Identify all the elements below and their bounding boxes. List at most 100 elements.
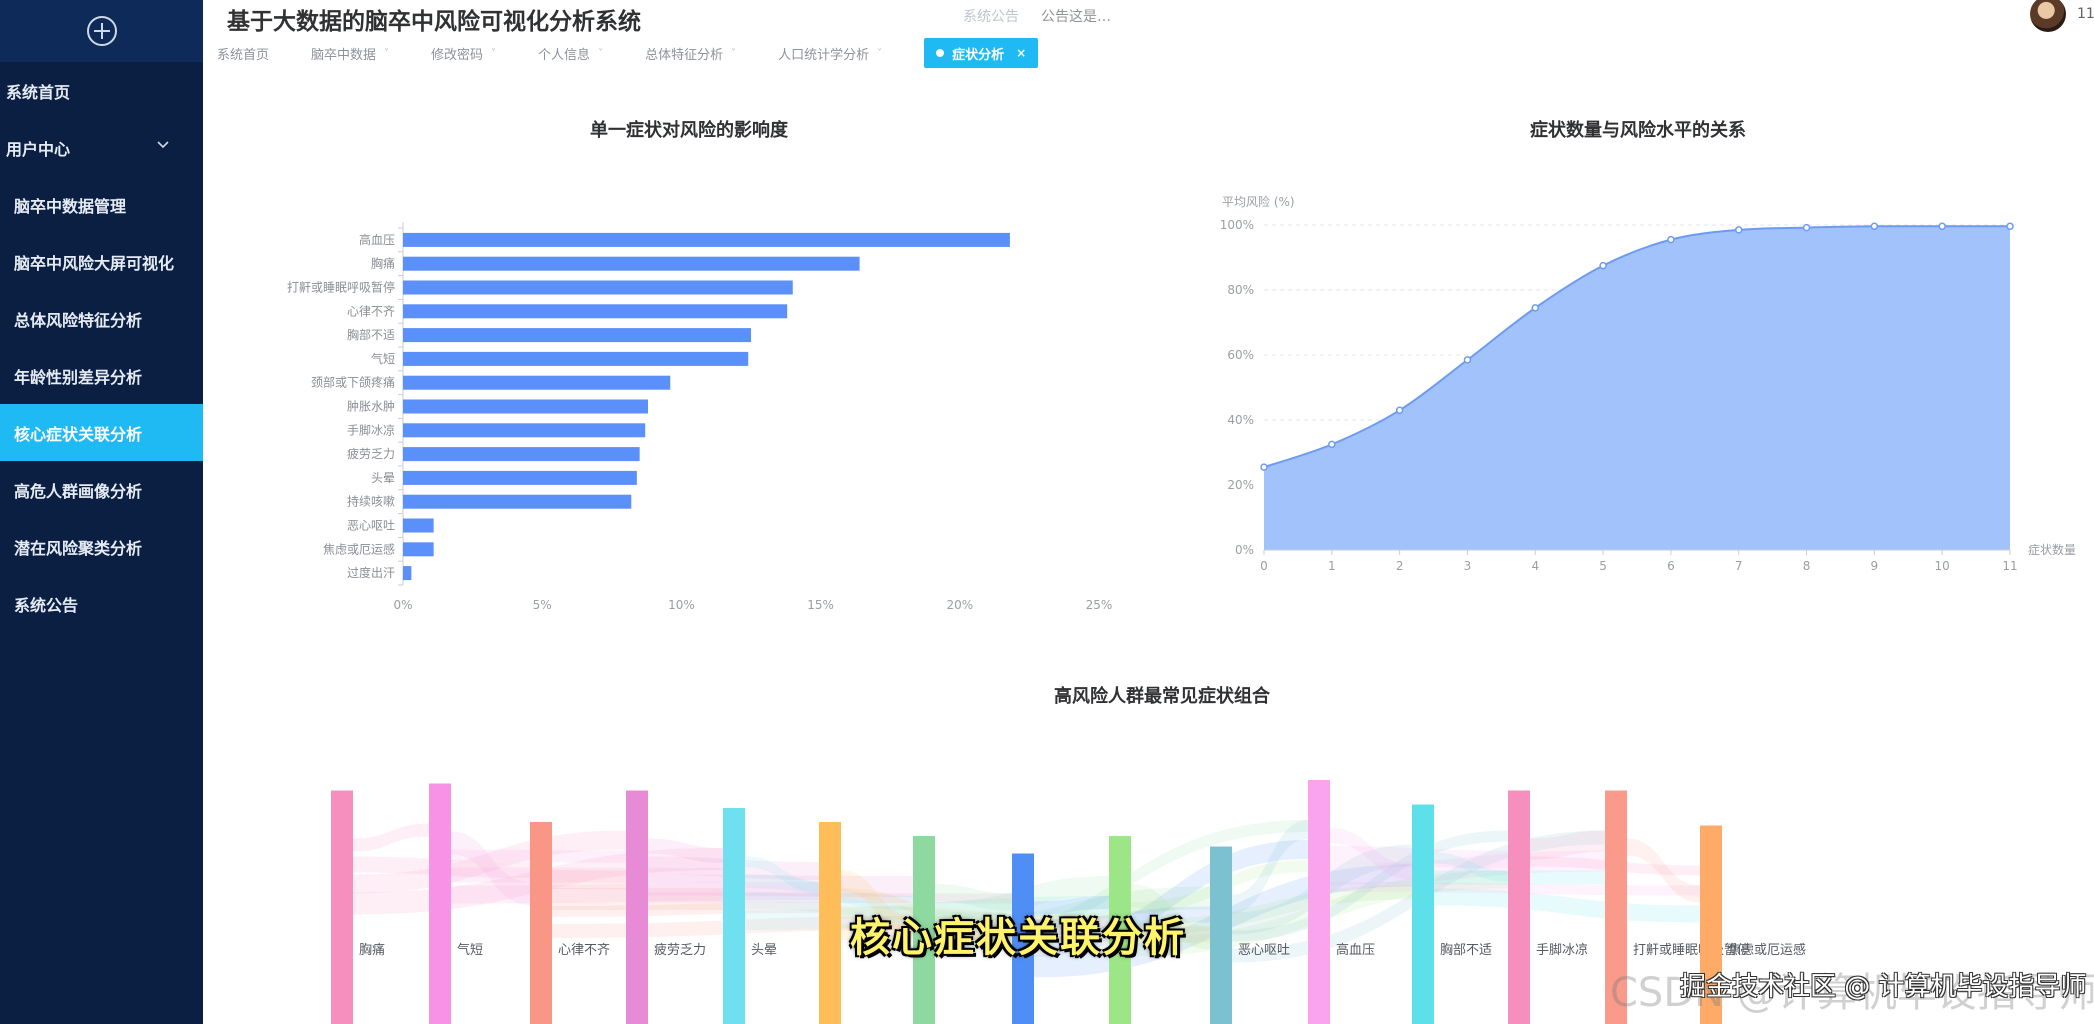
bar-chart-title: 单一症状对风险的影响度 bbox=[590, 120, 788, 141]
data-point-8 bbox=[1802, 223, 1811, 232]
x-tick-label: 6 bbox=[1667, 559, 1675, 573]
sankey-node-5 bbox=[819, 822, 841, 1024]
tab-4[interactable]: 总体特征分析 ˅ bbox=[645, 44, 736, 63]
notice-marquee[interactable]: 公告这是… bbox=[1041, 6, 1111, 26]
avatar[interactable] bbox=[2030, 0, 2066, 32]
sankey-node-2 bbox=[530, 822, 552, 1024]
x-tick-label: 5 bbox=[1599, 559, 1607, 573]
area-chart-title: 症状数量与风险水平的关系 bbox=[1530, 120, 1746, 141]
tab-label: 人口统计学分析 bbox=[778, 47, 870, 63]
category-label: 高血压 bbox=[359, 232, 395, 247]
category-label: 疲劳乏力 bbox=[347, 446, 395, 461]
tab-label: 脑卒中数据 bbox=[311, 47, 377, 63]
y-tick-label: 0% bbox=[1235, 543, 1254, 557]
x-tick-label: 20% bbox=[946, 598, 973, 612]
category-label: 颈部或下颌疼痛 bbox=[311, 375, 395, 390]
tab-6[interactable]: 症状分析 × bbox=[924, 38, 1039, 68]
tab-0[interactable]: 系统首页 bbox=[217, 44, 269, 63]
sidebar-item-label: 总体风险特征分析 bbox=[14, 310, 143, 330]
bar-13 bbox=[403, 542, 434, 557]
bar-11 bbox=[403, 494, 632, 509]
sidebar-item-7[interactable]: 高危人群画像分析 bbox=[0, 461, 203, 518]
bar-8 bbox=[403, 423, 646, 438]
bar-1 bbox=[403, 256, 860, 271]
x-tick-label: 10% bbox=[668, 598, 695, 612]
tab-1[interactable]: 脑卒中数据 ˅ bbox=[311, 44, 389, 63]
bar-9 bbox=[403, 447, 640, 462]
y-tick-label: 80% bbox=[1227, 283, 1254, 297]
tab-2[interactable]: 修改密码 ˅ bbox=[431, 44, 496, 63]
sidebar-item-label: 潜在风险聚类分析 bbox=[14, 538, 143, 558]
sidebar-item-6[interactable]: 核心症状关联分析 bbox=[0, 404, 203, 461]
sidebar-item-2[interactable]: 脑卒中数据管理 bbox=[0, 176, 203, 233]
sidebar-item-label: 核心症状关联分析 bbox=[14, 424, 143, 444]
header: 基于大数据的脑卒中风险可视化分析系统 系统公告 公告这是… 11 系统首页 脑卒中… bbox=[203, 0, 2094, 74]
category-label: 胸痛 bbox=[371, 256, 395, 271]
x-tick-label: 0% bbox=[393, 598, 412, 612]
sankey-node-0 bbox=[331, 790, 353, 1024]
sidebar-item-9[interactable]: 系统公告 bbox=[0, 575, 203, 632]
tab-caret-icon: ˅ bbox=[384, 47, 390, 59]
close-tab-icon[interactable]: × bbox=[1016, 46, 1026, 60]
data-point-10 bbox=[1938, 222, 1946, 231]
bar-4 bbox=[403, 328, 751, 343]
data-point-7 bbox=[1734, 226, 1743, 234]
data-point-1 bbox=[1328, 440, 1336, 449]
data-point-0 bbox=[1260, 463, 1268, 471]
sankey-node-10 bbox=[1308, 780, 1330, 1024]
tab-5[interactable]: 人口统计学分析 ˅ bbox=[778, 44, 882, 63]
bar-2 bbox=[403, 280, 793, 295]
sankey-node-label: 恶心呕吐 bbox=[1238, 943, 1290, 958]
y-tick-label: 20% bbox=[1227, 478, 1254, 492]
data-point-6 bbox=[1667, 235, 1675, 244]
tab-label: 总体特征分析 bbox=[645, 47, 724, 63]
data-point-5 bbox=[1599, 261, 1607, 270]
chevron-down-icon bbox=[157, 141, 169, 149]
data-point-4 bbox=[1531, 304, 1540, 312]
sidebar-item-1[interactable]: 用户中心 bbox=[0, 119, 203, 176]
bar-5 bbox=[403, 351, 749, 366]
tab-caret-icon: ˅ bbox=[598, 47, 604, 59]
sankey-node-4 bbox=[723, 808, 745, 1024]
y-tick-label: 40% bbox=[1227, 413, 1254, 427]
x-tick-label: 8 bbox=[1803, 559, 1811, 573]
sankey-chart-title: 高风险人群最常见症状组合 bbox=[1054, 686, 1270, 707]
sidebar-item-label: 脑卒中数据管理 bbox=[14, 196, 127, 216]
sidebar-item-8[interactable]: 潜在风险聚类分析 bbox=[0, 518, 203, 575]
sidebar-item-label: 用户中心 bbox=[6, 139, 71, 159]
user-name[interactable]: 11 bbox=[2077, 6, 2094, 22]
sankey-node-label: 高血压 bbox=[1336, 942, 1375, 958]
category-label: 恶心呕吐 bbox=[347, 519, 395, 533]
watermark: 掘金技术社区 @ 计算机毕设指导师 bbox=[1680, 972, 2087, 1002]
tab-3[interactable]: 个人信息 ˅ bbox=[538, 44, 603, 63]
data-point-2 bbox=[1395, 406, 1404, 414]
sankey-node-9 bbox=[1210, 846, 1232, 1024]
sankey-node-1 bbox=[429, 783, 451, 1024]
sidebar-item-3[interactable]: 脑卒中风险大屏可视化 bbox=[0, 233, 203, 290]
x-tick-label: 0 bbox=[1260, 559, 1268, 573]
y-tick-label: 60% bbox=[1227, 348, 1254, 362]
category-label: 手脚冰凉 bbox=[347, 422, 395, 437]
sidebar-item-label: 年龄性别差异分析 bbox=[14, 367, 143, 387]
bar-12 bbox=[403, 518, 434, 533]
bar-6 bbox=[403, 375, 671, 390]
page-title: 基于大数据的脑卒中风险可视化分析系统 bbox=[227, 9, 641, 35]
data-point-11 bbox=[2006, 222, 2014, 231]
sankey-node-12 bbox=[1508, 790, 1530, 1024]
category-label: 胸部不适 bbox=[347, 327, 395, 342]
data-point-3 bbox=[1463, 356, 1472, 364]
sidebar-item-label: 系统首页 bbox=[6, 82, 71, 102]
x-tick-label: 1 bbox=[1328, 559, 1336, 573]
x-tick-label: 3 bbox=[1464, 559, 1472, 573]
tab-caret-icon: ˅ bbox=[731, 47, 737, 59]
sankey-node-label: 头晕 bbox=[751, 943, 777, 958]
sidebar-item-0[interactable]: 系统首页 bbox=[0, 62, 203, 119]
sidebar-item-5[interactable]: 年龄性别差异分析 bbox=[0, 347, 203, 404]
sidebar-item-4[interactable]: 总体风险特征分析 bbox=[0, 290, 203, 347]
sidebar-item-label: 系统公告 bbox=[14, 595, 79, 615]
x-tick-label: 15% bbox=[807, 598, 834, 612]
sidebar-logo[interactable] bbox=[0, 0, 203, 62]
category-label: 气短 bbox=[371, 351, 395, 366]
x-tick-label: 9 bbox=[1871, 559, 1879, 573]
sankey-node-11 bbox=[1412, 804, 1434, 1024]
